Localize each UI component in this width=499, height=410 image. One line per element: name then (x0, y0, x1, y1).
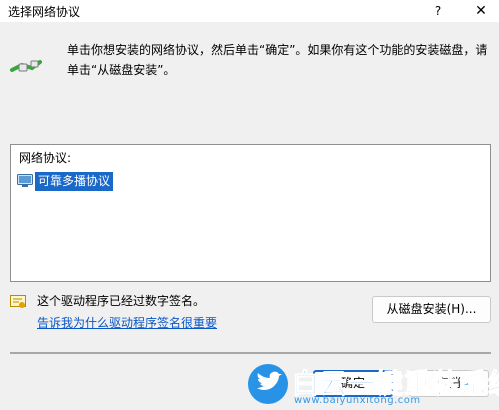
window-title: 选择网络协议 (8, 5, 81, 19)
certificate-icon (10, 295, 26, 308)
list-caption: 网络协议: (19, 151, 72, 165)
list-item-label: 可靠多播协议 (35, 171, 114, 191)
list-item[interactable]: 可靠多播协议 (17, 171, 114, 191)
have-disk-button[interactable]: 从磁盘安装(H)... (372, 296, 491, 323)
protocol-listbox[interactable]: 网络协议: 可靠多播协议 (10, 144, 491, 282)
separator (10, 352, 491, 354)
ok-button[interactable]: 确定 (313, 370, 393, 397)
close-button[interactable]: ✕ (467, 0, 495, 22)
network-cable-icon (10, 60, 42, 72)
cancel-button[interactable]: 取消 (409, 370, 489, 397)
instruction-text: 单击你想安装的网络协议，然后单击“确定”。如果你有这个功能的安装磁盘，请单击“从… (67, 43, 488, 77)
help-button[interactable]: ? (426, 0, 450, 22)
driver-signed-text: 这个驱动程序已经过数字签名。 (37, 294, 206, 308)
title-bar: 选择网络协议 ? ✕ (0, 0, 499, 22)
bird-logo-icon (248, 364, 288, 404)
signing-info-link[interactable]: 告诉我为什么驱动程序签名很重要 (37, 314, 217, 331)
protocol-icon (17, 174, 33, 187)
